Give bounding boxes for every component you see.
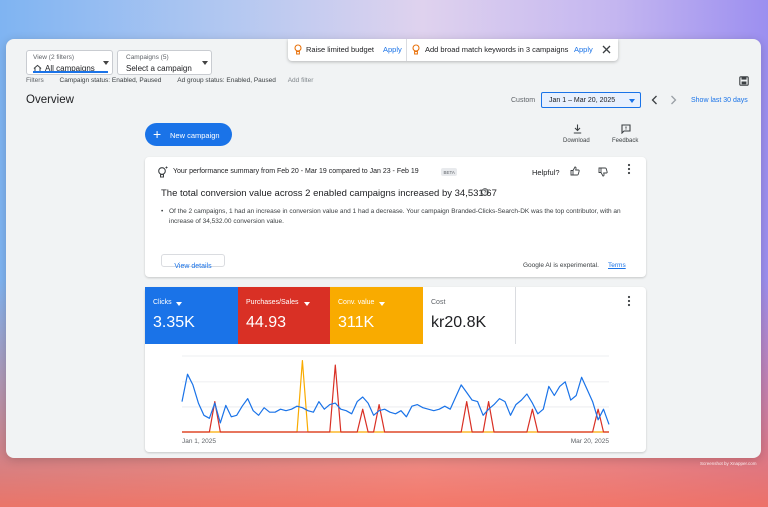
new-campaign-button[interactable]: + New campaign [145,123,232,146]
metric-purchases[interactable]: Purchases/Sales 44.93 [238,287,330,344]
terms-link[interactable]: Terms [608,262,626,269]
metric-label: Conv. value [338,299,375,306]
metric-cost[interactable]: Cost kr20.8K [423,287,516,344]
close-icon[interactable] [602,45,611,54]
summary-headline: The total conversion value across 2 enab… [161,188,497,199]
more-vert-icon[interactable] [627,163,631,175]
campaign-select-label: Campaigns (5) [126,54,169,61]
chevron-down-icon [202,61,208,65]
metric-value: 3.35K [153,314,195,331]
chevron-down-icon [629,99,635,103]
save-icon[interactable] [739,76,749,86]
performance-summary-card: Your performance summary from Feb 20 - M… [145,157,646,277]
metric-value: 44.93 [246,314,287,331]
feedback-icon [621,124,631,134]
download-label: Download [563,138,590,144]
filters-row: Filters Campaign status: Enabled, Paused… [26,77,313,84]
metric-label: Cost [431,299,446,306]
plus-icon: + [153,126,162,142]
thumbs-up-icon[interactable] [570,166,580,176]
series-line-purchases-sales [182,364,609,433]
date-range-picker[interactable]: Jan 1 – Mar 20, 2025 [541,92,641,108]
metric-value: kr20.8K [431,314,487,331]
date-mode-label: Custom [511,97,536,104]
filters-label: Filters [26,77,44,84]
date-range-value: Jan 1 – Mar 20, 2025 [549,97,616,104]
thumbs-down-icon[interactable] [598,167,608,177]
performance-line-chart: Jan 1, 2025 Mar 20, 2025 [181,355,610,445]
add-filter-link[interactable]: Add filter [288,77,314,84]
chevron-down-icon [379,302,385,306]
view-select-underline [33,71,108,73]
view-select[interactable]: View (2 filters) All campaigns [26,50,113,75]
x-axis-end-label: Mar 20, 2025 [571,438,610,445]
lightbulb-icon [294,44,302,55]
chevron-down-icon [304,302,310,306]
view-details-label: View details [174,263,212,270]
recommendations-bar: Raise limited budget Apply Add broad mat… [288,39,618,61]
apply-link[interactable]: Apply [383,45,402,54]
feedback-button[interactable]: Feedback [608,124,644,146]
apply-link[interactable]: Apply [574,45,593,54]
download-icon [573,124,582,134]
lightbulb-icon [412,44,420,55]
helpful-label: Helpful? [532,168,560,177]
campaign-select-value: Select a campaign [126,64,192,73]
download-button[interactable]: Download [558,124,596,146]
ai-disclaimer: Google AI is experimental. [523,262,599,269]
metric-label: Clicks [153,299,172,306]
new-campaign-label: New campaign [170,130,220,140]
view-details-button[interactable]: View details [161,254,225,270]
campaign-select[interactable]: Campaigns (5) Select a campaign [117,50,212,75]
feedback-label: Feedback [612,138,639,144]
notification-text: Add broad match keywords in 3 campaigns [425,45,569,54]
chevron-down-icon [103,61,109,65]
x-axis-start-label: Jan 1, 2025 [182,438,216,445]
notification-text: Raise limited budget [306,45,374,54]
page-title: Overview [26,94,74,106]
chevron-down-icon [176,302,182,306]
series-line-conv-value [182,360,609,433]
more-vert-icon[interactable] [627,295,631,307]
bullet-text: Of the 2 campaigns, 1 had an increase in… [169,208,621,225]
notification-divider [406,39,407,61]
chevron-right-icon[interactable] [670,95,677,105]
filter-chip[interactable]: Ad group status: Enabled, Paused [177,77,276,84]
google-ads-window: View (2 filters) All campaigns Campaigns… [6,39,761,458]
beta-badge: BETA [441,168,458,176]
filter-chip[interactable]: Campaign status: Enabled, Paused [60,77,162,84]
summary-bullet: • Of the 2 campaigns, 1 had an increase … [161,207,624,227]
view-select-label: View (2 filters) [33,54,75,61]
watermark: Screenshot by Xnapper.com [700,461,757,466]
bullet-dot: • [161,208,164,215]
metric-conv-value[interactable]: Conv. value 311K [330,287,423,344]
show-last-30-days-link[interactable]: Show last 30 days [691,97,748,104]
metric-value: 311K [338,314,375,331]
metric-clicks[interactable]: Clicks 3.35K [145,287,238,344]
metric-label: Purchases/Sales [246,299,299,306]
sparkle-lightbulb-icon [158,166,168,178]
performance-chart-card: Clicks 3.35K Purchases/Sales 44.93 Conv.… [145,287,646,452]
summary-header: Your performance summary from Feb 20 - M… [173,168,419,175]
chevron-left-icon[interactable] [651,95,658,105]
help-icon[interactable] [481,188,489,196]
